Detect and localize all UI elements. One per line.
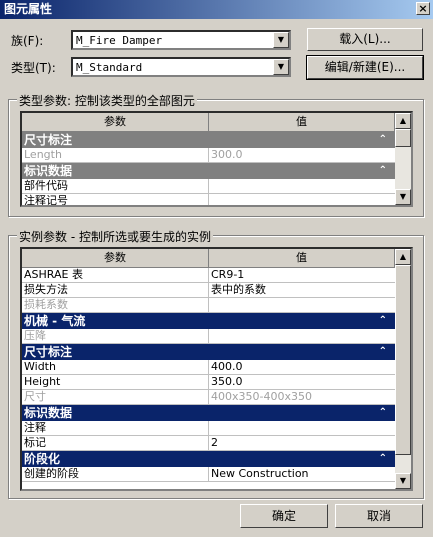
category-label: 标识数据: [24, 406, 73, 420]
param-name: ASHRAE 表: [22, 268, 209, 282]
cancel-button[interactable]: 取消: [335, 504, 423, 528]
category-row[interactable]: 标识数据 ⌃: [22, 405, 395, 421]
category-label: 标识数据: [24, 164, 73, 178]
param-name: 创建的阶段: [22, 467, 209, 481]
table-row[interactable]: Width 400.0: [22, 360, 395, 375]
table-row[interactable]: 标记 2: [22, 436, 395, 451]
param-name: 注释: [22, 421, 209, 435]
category-label: 尺寸标注: [24, 345, 73, 359]
load-button[interactable]: 载入(L)...: [307, 28, 423, 51]
scroll-down-icon[interactable]: ▼: [395, 473, 411, 489]
header-value[interactable]: 值: [209, 249, 395, 267]
category-row[interactable]: 尺寸标注 ⌃: [22, 132, 395, 148]
ok-button[interactable]: 确定: [240, 504, 328, 528]
instance-scrollbar[interactable]: ▲ ▼: [395, 249, 411, 489]
table-row[interactable]: 注释记号: [22, 194, 395, 205]
scroll-down-icon[interactable]: ▼: [395, 189, 411, 205]
instance-params-group: 实例参数 - 控制所选或要生成的实例 参数 值 ASHRAE 表 CR9-1 损失方…: [8, 228, 424, 499]
table-row[interactable]: 部件代码: [22, 179, 395, 194]
type-params-grid: 参数 值 尺寸标注 ⌃ Length 300.0 标识数据 ⌃ 部件代码 注释记号 ▲ ▼: [20, 111, 413, 207]
collapse-icon[interactable]: ⌃: [379, 163, 387, 179]
table-row[interactable]: 压降: [22, 329, 395, 344]
table-row[interactable]: 创建的阶段 New Construction: [22, 467, 395, 482]
category-row[interactable]: 标识数据 ⌃: [22, 163, 395, 179]
family-label: 族(F):: [11, 34, 44, 48]
param-value[interactable]: 400.0: [209, 360, 395, 374]
table-row[interactable]: 尺寸 400x350-400x350: [22, 390, 395, 405]
type-dropdown[interactable]: M_Standard ▼: [71, 57, 291, 77]
param-value: 300.0: [211, 148, 243, 161]
header-value[interactable]: 值: [209, 113, 395, 131]
param-name: 尺寸: [22, 390, 209, 404]
param-value[interactable]: [209, 194, 395, 205]
type-scrollbar[interactable]: ▲ ▼: [395, 113, 411, 205]
table-row[interactable]: Height 350.0: [22, 375, 395, 390]
param-name: 标记: [22, 436, 209, 450]
scroll-thumb[interactable]: [395, 129, 411, 147]
param-value: 400x350-400x350: [211, 390, 312, 403]
grid-header: 参数 值: [22, 249, 395, 268]
scroll-up-icon[interactable]: ▲: [395, 113, 411, 129]
type-params-legend: 类型参数: 控制该类型的全部图元: [17, 92, 197, 109]
param-value[interactable]: New Construction: [209, 467, 395, 481]
param-value[interactable]: [209, 421, 395, 435]
param-value[interactable]: CR9-1: [209, 268, 395, 282]
family-dropdown[interactable]: M_Fire Damper ▼: [71, 30, 291, 50]
param-value[interactable]: [209, 179, 395, 193]
header-param[interactable]: 参数: [22, 249, 209, 267]
type-params-group: 类型参数: 控制该类型的全部图元 参数 值 尺寸标注 ⌃ Length 300.0 标识…: [8, 92, 424, 217]
collapse-icon[interactable]: ⌃: [379, 451, 387, 467]
param-value: [209, 329, 395, 343]
table-row[interactable]: 损失方法 表中的系数: [22, 283, 395, 298]
type-value: M_Standard: [76, 61, 143, 74]
type-label: 类型(T):: [11, 61, 56, 75]
table-row[interactable]: ASHRAE 表 CR9-1: [22, 268, 395, 283]
param-value[interactable]: 2: [209, 436, 395, 450]
collapse-icon[interactable]: ⌃: [379, 344, 387, 360]
window-title: 图元属性: [4, 2, 53, 16]
header-param[interactable]: 参数: [22, 113, 209, 131]
table-row[interactable]: Length 300.0: [22, 148, 395, 163]
instance-params-grid: 参数 值 ASHRAE 表 CR9-1 损失方法 表中的系数 损耗系数机械 - 气流 ⌃ 压…: [20, 247, 413, 491]
param-name: Width: [22, 360, 209, 374]
param-name: Length: [22, 148, 209, 162]
category-label: 阶段化: [24, 452, 61, 466]
table-row[interactable]: 注释: [22, 421, 395, 436]
instance-params-legend: 实例参数 - 控制所选或要生成的实例: [17, 228, 213, 245]
table-row[interactable]: 损耗系数: [22, 298, 395, 313]
collapse-icon[interactable]: ⌃: [379, 132, 387, 148]
chevron-down-icon[interactable]: ▼: [273, 59, 289, 75]
param-value[interactable]: 表中的系数: [209, 283, 395, 297]
param-name: 损失方法: [22, 283, 209, 297]
close-icon[interactable]: ×: [416, 2, 430, 15]
scroll-thumb[interactable]: [395, 265, 411, 455]
param-value[interactable]: 350.0: [209, 375, 395, 389]
family-value: M_Fire Damper: [76, 34, 163, 47]
category-row[interactable]: 阶段化 ⌃: [22, 451, 395, 467]
collapse-icon[interactable]: ⌃: [379, 313, 387, 329]
chevron-down-icon[interactable]: ▼: [273, 32, 289, 48]
category-row[interactable]: 机械 - 气流 ⌃: [22, 313, 395, 329]
grid-header: 参数 值: [22, 113, 395, 132]
param-name: Height: [22, 375, 209, 389]
param-name: 部件代码: [22, 179, 209, 193]
scroll-up-icon[interactable]: ▲: [395, 249, 411, 265]
param-name: 压降: [22, 329, 209, 343]
param-value: [209, 298, 395, 312]
collapse-icon[interactable]: ⌃: [379, 405, 387, 421]
category-label: 尺寸标注: [24, 133, 73, 147]
title-bar: 图元属性 ×: [0, 0, 433, 19]
param-name: 注释记号: [22, 194, 209, 205]
edit-new-button[interactable]: 编辑/新建(E)...: [306, 55, 424, 80]
param-name: 损耗系数: [22, 298, 209, 312]
category-label: 机械 - 气流: [24, 314, 86, 328]
category-row[interactable]: 尺寸标注 ⌃: [22, 344, 395, 360]
